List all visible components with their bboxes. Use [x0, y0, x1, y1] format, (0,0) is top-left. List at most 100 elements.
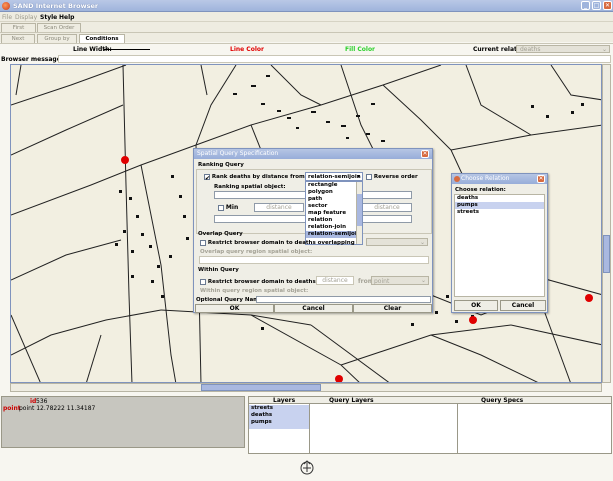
chevron-down-icon: ⌄ — [420, 277, 426, 284]
from-select-value: point — [374, 278, 390, 285]
tab-row-2: Next Group by Conditions — [0, 32, 613, 43]
tab-group-by[interactable]: Group by — [37, 34, 77, 43]
menu-bar: File Display Style Help — [0, 12, 613, 22]
line-color-button[interactable]: Line Color — [230, 46, 264, 53]
dropdown-option-relation-join[interactable]: relation-join — [306, 224, 362, 231]
dropdown-option-map-feature[interactable]: map feature — [306, 210, 362, 217]
dropdown-scrollbar[interactable] — [356, 182, 362, 244]
choose-relation-close-button[interactable]: ✕ — [537, 175, 545, 183]
overlap-region-field[interactable] — [199, 256, 429, 264]
rank-checkbox[interactable]: ✔ — [204, 173, 210, 182]
relation-item-pumps[interactable]: pumps — [455, 202, 544, 209]
overlap-query-label: Overlap Query — [198, 231, 243, 237]
overlap-checkbox[interactable] — [200, 239, 206, 246]
relation-ok-button[interactable]: OK — [454, 300, 498, 311]
within-region-label: Within query region spatial object: — [200, 288, 309, 294]
clear-button[interactable]: Clear — [353, 304, 432, 313]
overlap-select[interactable]: ⌄ — [366, 238, 428, 246]
tab-first[interactable]: First — [1, 23, 36, 32]
cancel-button[interactable]: Cancel — [274, 304, 353, 313]
menu-help[interactable]: Help — [59, 14, 74, 21]
dropdown-option-polygon[interactable]: polygon — [306, 189, 362, 196]
map-horizontal-scrollbar[interactable] — [10, 383, 602, 392]
menu-file[interactable]: File — [2, 14, 12, 21]
ranking-object-label: Ranking spatial object: — [214, 184, 286, 190]
overlap-checkbox-label: Restrict browser domain to deaths overla… — [207, 240, 355, 246]
relation-cancel-button[interactable]: Cancel — [500, 300, 546, 311]
min-object-field[interactable] — [214, 215, 306, 223]
within-checkbox[interactable] — [200, 278, 206, 285]
spatial-query-dialog: Spatial Query Specification ✕ Ranking Qu… — [193, 148, 433, 313]
ranking-query-label: Ranking Query — [198, 162, 244, 168]
max-distance-field[interactable]: distance — [362, 203, 412, 212]
dropdown-option-relation[interactable]: relation — [306, 217, 362, 224]
choose-relation-title: Choose Relation — [461, 175, 510, 182]
ranking-object-field-right[interactable] — [362, 191, 412, 199]
chevron-down-icon: ⌄ — [419, 239, 425, 246]
choose-relation-titlebar: Choose Relation — [452, 174, 547, 184]
dropdown-option-rectangle[interactable]: rectangle — [306, 182, 362, 189]
footer — [0, 454, 613, 481]
bottom-panels: id 536 point point 12.78222 11.34187 Lay… — [0, 394, 613, 454]
layer-item-pumps[interactable]: pumps — [249, 419, 309, 426]
optional-name-label: Optional Query Name: — [196, 297, 265, 303]
current-relation-select[interactable]: deaths ⌄ — [516, 45, 610, 53]
dropdown-option-relation-semijoin[interactable]: relation-semijoin — [306, 231, 362, 238]
info-panel: id 536 point point 12.78222 11.34187 — [1, 396, 245, 448]
layers-header: Layers — [273, 397, 296, 404]
spatial-query-title: Spatial Query Specification — [197, 150, 279, 157]
line-width-sample[interactable] — [104, 49, 150, 50]
dropdown-scroll-thumb[interactable] — [357, 194, 362, 226]
rank-source-select[interactable]: relation-semijoin ▾ — [305, 172, 363, 181]
relation-item-streets[interactable]: streets — [455, 209, 544, 216]
ok-button[interactable]: OK — [195, 304, 274, 313]
relation-item-deaths[interactable]: deaths — [455, 195, 544, 202]
map-vertical-scrollbar[interactable] — [602, 64, 611, 383]
layers-header-row — [249, 397, 611, 404]
reverse-order-checkbox[interactable] — [366, 173, 372, 180]
horizontal-scroll-thumb[interactable] — [201, 384, 321, 391]
column-divider — [309, 404, 310, 454]
university-seal-icon — [300, 460, 314, 475]
dropdown-option-path[interactable]: path — [306, 196, 362, 203]
tab-next[interactable]: Next — [1, 34, 35, 43]
layer-item-streets[interactable]: streets — [249, 405, 309, 412]
tab-scan-order[interactable]: Scan Order — [37, 23, 81, 32]
within-distance-field[interactable]: distance — [316, 276, 354, 285]
menu-display[interactable]: Display — [15, 14, 37, 21]
choose-relation-label: Choose relation: — [455, 187, 506, 193]
ranking-object-field-left[interactable] — [214, 191, 306, 199]
tab-conditions[interactable]: Conditions — [79, 34, 125, 43]
min-label: Min — [225, 204, 239, 211]
dropdown-option-sector[interactable]: sector — [306, 203, 362, 210]
rank-source-dropdown[interactable]: rectangle polygon path sector map featur… — [305, 181, 363, 245]
current-relation-value: deaths — [520, 46, 541, 53]
close-button[interactable]: ✕ — [603, 1, 612, 10]
menu-style[interactable]: Style — [40, 14, 57, 21]
style-toolbar: Line Width: Line Color Fill Color Curren… — [0, 43, 613, 54]
minimize-button[interactable]: _ — [581, 1, 590, 10]
layers-panel: Layers Query Layers Query Specs streets … — [248, 396, 612, 454]
spatial-query-close-button[interactable]: ✕ — [421, 150, 429, 158]
relation-list[interactable]: deaths pumps streets — [454, 194, 545, 297]
query-specs-header: Query Specs — [481, 397, 524, 404]
optional-name-field[interactable] — [256, 296, 431, 303]
maximize-button[interactable]: □ — [592, 1, 601, 10]
fill-color-button[interactable]: Fill Color — [345, 46, 375, 53]
layers-list[interactable]: streets deaths pumps — [249, 405, 309, 429]
vertical-scroll-thumb[interactable] — [603, 235, 610, 273]
browser-message-bar: Browser message: — [0, 54, 613, 64]
rank-checkbox-label: Rank deaths by distance from — [211, 174, 305, 180]
browser-message-field — [58, 55, 611, 63]
reverse-order-label: Reverse order — [373, 174, 418, 180]
chevron-down-icon: ⌄ — [601, 46, 607, 53]
tab-row-1: First Scan Order — [0, 22, 613, 32]
max-object-field[interactable] — [362, 215, 412, 223]
min-checkbox[interactable] — [218, 204, 224, 211]
window-titlebar: SAND Internet Browser _ □ ✕ — [0, 0, 613, 12]
min-distance-field[interactable]: distance — [254, 203, 304, 212]
layer-item-deaths[interactable]: deaths — [249, 412, 309, 419]
info-id-value: 536 — [36, 398, 48, 405]
choose-relation-dialog: Choose Relation ✕ Choose relation: death… — [451, 173, 548, 313]
from-select[interactable]: point ⌄ — [371, 276, 429, 285]
